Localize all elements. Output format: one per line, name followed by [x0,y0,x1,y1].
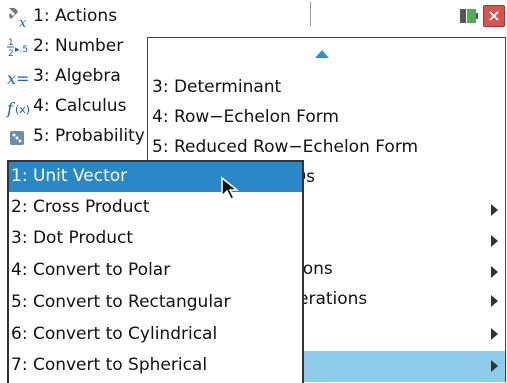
submenu-item-unit-vector[interactable]: 1: Unit Vector [9,162,302,192]
submenu-item-convert-to-cylindrical[interactable]: 6: Convert to Cylindrical [9,320,302,350]
battery-icon [460,8,478,23]
main-menu-item-label: 5: Probability [33,126,145,146]
x-equals-icon: x= [5,64,33,90]
wrench-x-icon: x [5,4,33,30]
svg-text:x=: x= [7,69,29,88]
svg-text:x: x [19,16,27,29]
submenu-item-convert-to-rectangular[interactable]: 5: Convert to Rectangular [9,288,302,318]
submenu-item-dot-product[interactable]: 3: Dot Product [9,224,302,254]
submenu-item-label: 3: Dot Product [11,228,134,248]
submenu-arrow-icon [491,204,498,216]
mouse-pointer-icon [220,176,240,202]
scroll-up-icon[interactable] [315,50,329,58]
submenu-item-determinant[interactable]: 3: Determinant [148,74,505,104]
submenu-arrow-icon [491,328,498,340]
submenu-item-label: 5: Convert to Rectangular [11,292,231,312]
submenu-item-label: 3: Determinant [152,77,282,97]
main-menu-item-label: 3: Algebra [33,66,121,86]
dice-icon [5,124,33,150]
fraction-decimal-icon: 1 2 ▸.5 [5,34,33,60]
function-integral-icon: f (x) [5,94,33,120]
submenu-arrow-icon [491,360,498,372]
svg-text:2: 2 [8,49,14,59]
submenu-arrow-icon [491,235,498,247]
submenu-item-cross-product[interactable]: 2: Cross Product [9,193,302,223]
submenu-item-row-echelon-form[interactable]: 4: Row−Echelon Form [148,104,505,134]
submenu-item-label: erations [298,289,368,309]
svg-text:▸.5: ▸.5 [15,45,28,55]
submenu-item-convert-to-polar[interactable]: 4: Convert to Polar [9,256,302,286]
submenu-item-label: 7: Convert to Spherical [11,355,208,375]
vector-submenu: 1: Unit Vector 2: Cross Product 3: Dot P… [7,160,304,383]
main-menu-item-actions[interactable]: x 1: Actions [0,2,507,32]
submenu-item-label: 5: Reduced Row−Echelon Form [152,137,419,157]
close-icon[interactable]: × [483,5,505,27]
submenu-item-convert-to-spherical[interactable]: 7: Convert to Spherical [9,351,302,381]
svg-text:(x): (x) [15,103,30,116]
menu-divider [310,2,311,26]
main-menu-item-label: 1: Actions [33,6,118,26]
submenu-item-label: 2: Cross Product [11,197,150,217]
main-menu-item-label: 4: Calculus [33,96,127,116]
submenu-item-label: 4: Row−Echelon Form [152,107,339,127]
submenu-item-label: 4: Convert to Polar [11,260,171,280]
submenu-item-label: 6: Convert to Cylindrical [11,324,218,344]
submenu-item-label: 1: Unit Vector [11,166,128,186]
main-menu-item-label: 2: Number [33,36,124,56]
submenu-arrow-icon [491,295,498,307]
